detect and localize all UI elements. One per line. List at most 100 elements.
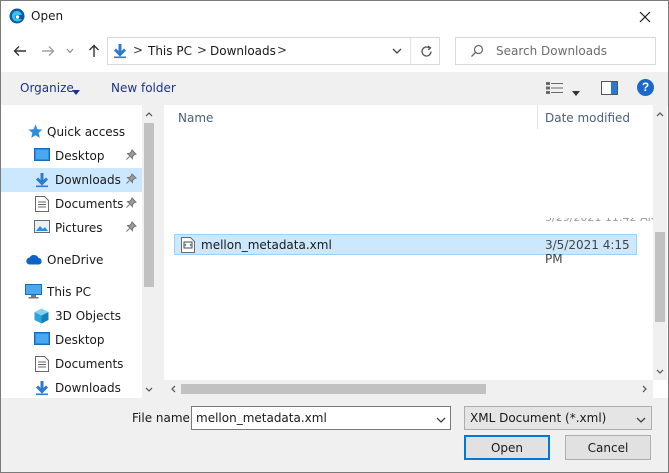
close-button[interactable] [622, 1, 668, 32]
nav-item-quick-access[interactable]: Quick access [1, 120, 142, 144]
breadcrumb-separator: > [277, 43, 288, 57]
caret-down-icon[interactable] [572, 85, 580, 99]
view-details-icon[interactable] [546, 82, 564, 97]
column-divider[interactable] [537, 105, 538, 129]
file-date-modified: 3/5/2021 4:15 PM [545, 238, 630, 266]
cube-icon [34, 308, 49, 327]
scroll-down-icon[interactable] [142, 382, 156, 396]
file-list: Name Date modified 3/29/2021 11:42 AM me… [164, 105, 668, 398]
scrollbar-thumb[interactable] [144, 123, 154, 287]
star-icon [28, 124, 43, 142]
organize-menu[interactable]: Organize [20, 81, 74, 95]
command-bar: Organize New folder ? [1, 72, 668, 104]
nav-item-desktop[interactable]: Desktop [1, 328, 142, 352]
chevron-down-icon[interactable] [436, 412, 446, 426]
arrow-up-icon [89, 44, 99, 57]
desktop-folder-icon [34, 148, 50, 165]
nav-item-3d-objects[interactable]: 3D Objects [1, 304, 142, 328]
chevron-down-icon [66, 48, 74, 54]
xml-file-icon [181, 237, 195, 256]
filelist-horizontal-scrollbar[interactable] [164, 380, 653, 398]
navigation-bar: > This PC > Downloads > Search Downloads [1, 32, 668, 72]
downloads-arrow-icon [34, 380, 50, 398]
recent-locations-button[interactable] [63, 40, 77, 62]
breadcrumb-separator: > [133, 43, 144, 57]
partially-hidden-date: 3/29/2021 11:42 AM [545, 218, 657, 225]
chevron-down-icon [392, 48, 402, 54]
arrow-right-icon [42, 46, 55, 56]
filelist-vertical-scrollbar[interactable] [653, 105, 667, 380]
scroll-left-icon[interactable] [166, 382, 180, 396]
nav-item-documents[interactable]: Documents [1, 192, 142, 216]
nav-label: Pictures [55, 221, 103, 235]
title-bar: Open [1, 1, 668, 32]
caret-down-icon[interactable] [72, 84, 80, 98]
refresh-button[interactable] [410, 38, 441, 64]
search-box[interactable]: Search Downloads [455, 37, 656, 65]
refresh-icon [420, 44, 432, 57]
downloads-arrow-icon [34, 172, 50, 191]
file-name-value: mellon_metadata.xml [196, 411, 327, 425]
close-icon [639, 11, 651, 22]
open-file-dialog: Open > This PC > Downloads > Search Down… [0, 0, 669, 473]
breadcrumb-separator: > [197, 43, 208, 57]
nav-item-onedrive[interactable]: OneDrive [1, 248, 142, 272]
nav-label: Documents [55, 197, 124, 211]
nav-label: OneDrive [47, 253, 104, 267]
nav-item-this-pc[interactable]: This PC [1, 280, 142, 304]
file-name-input[interactable]: mellon_metadata.xml [191, 406, 451, 430]
file-name-label: File name: [132, 411, 194, 425]
nav-item-downloads[interactable]: Downloads [1, 376, 142, 398]
chevron-down-icon[interactable] [636, 412, 646, 426]
pin-icon[interactable] [126, 197, 137, 211]
scroll-up-icon[interactable] [653, 107, 667, 121]
desktop-folder-icon [34, 332, 50, 349]
nav-item-pictures[interactable]: Pictures [1, 216, 142, 240]
breadcrumb-downloads[interactable]: Downloads [210, 44, 276, 58]
column-header-name[interactable]: Name [178, 111, 213, 125]
pin-icon[interactable] [126, 149, 137, 163]
nav-label: Downloads [55, 381, 121, 395]
nav-label: Desktop [55, 149, 105, 163]
help-icon[interactable]: ? [637, 79, 654, 96]
nav-item-desktop[interactable]: Desktop [1, 144, 142, 168]
navigation-pane: Quick access Desktop Downloads Documents… [1, 105, 156, 398]
search-icon [470, 44, 484, 61]
preview-pane-icon[interactable] [601, 81, 618, 98]
file-type-value: XML Document (*.xml) [470, 411, 607, 425]
computer-icon [25, 284, 42, 302]
address-bar[interactable]: > This PC > Downloads > [107, 37, 440, 65]
forward-button[interactable] [37, 40, 59, 62]
nav-item-documents[interactable]: Documents [1, 352, 142, 376]
scroll-down-icon[interactable] [653, 364, 667, 378]
breadcrumb-this-pc[interactable]: This PC [148, 44, 192, 58]
scroll-up-icon[interactable] [142, 107, 156, 121]
open-button[interactable]: Open [464, 435, 550, 460]
dialog-title: Open [31, 9, 64, 23]
nav-label: Desktop [55, 333, 105, 347]
file-type-select[interactable]: XML Document (*.xml) [464, 406, 652, 430]
edge-browser-icon [9, 8, 25, 24]
documents-icon [35, 356, 49, 375]
cloud-icon [25, 254, 43, 268]
navpane-scrollbar[interactable] [142, 105, 156, 398]
scroll-right-icon[interactable] [637, 382, 651, 396]
back-button[interactable] [9, 40, 31, 62]
pictures-icon [34, 220, 50, 237]
nav-label: This PC [47, 285, 91, 299]
documents-icon [35, 196, 49, 215]
column-header-date-modified[interactable]: Date modified [545, 111, 630, 125]
file-row-selected[interactable]: mellon_metadata.xml 3/5/2021 4:15 PM [174, 234, 637, 266]
address-history-dropdown[interactable] [385, 38, 409, 64]
cancel-button[interactable]: Cancel [565, 435, 651, 460]
file-name: mellon_metadata.xml [201, 238, 332, 252]
nav-label: 3D Objects [55, 309, 122, 323]
pin-icon[interactable] [126, 221, 137, 235]
nav-label: Downloads [55, 173, 121, 187]
nav-item-downloads[interactable]: Downloads [1, 168, 142, 192]
pin-icon[interactable] [126, 173, 137, 187]
up-button[interactable] [83, 40, 105, 62]
scrollbar-thumb[interactable] [181, 384, 486, 394]
scrollbar-thumb[interactable] [655, 232, 665, 322]
new-folder-button[interactable]: New folder [111, 81, 176, 95]
